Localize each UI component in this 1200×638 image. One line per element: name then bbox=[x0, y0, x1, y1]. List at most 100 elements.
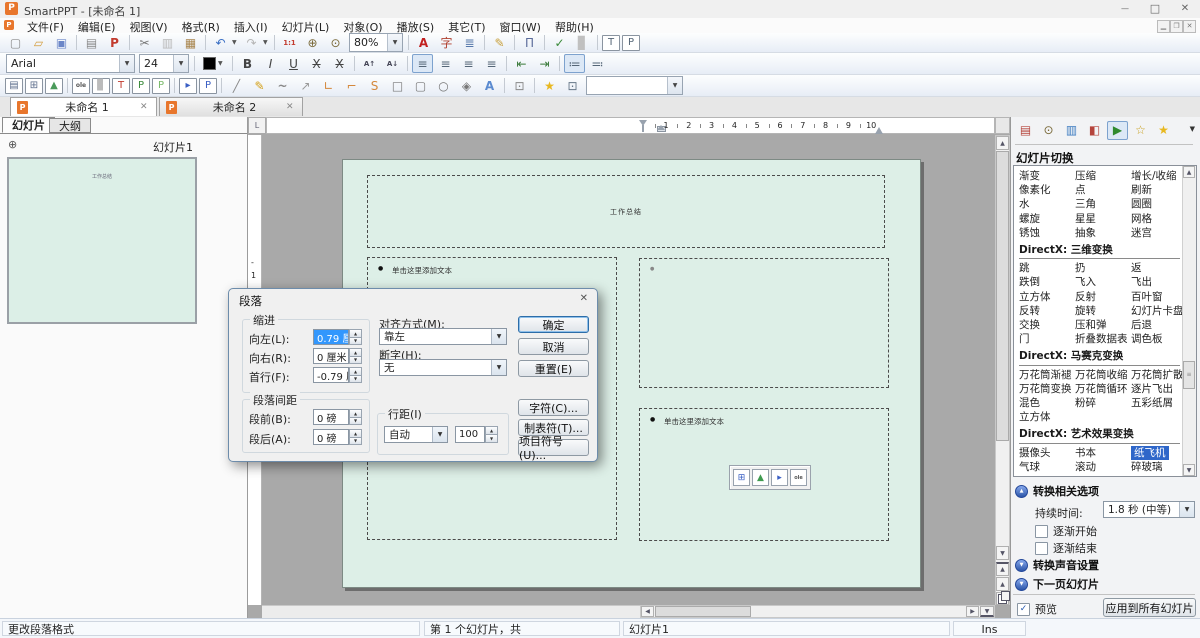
transition-item[interactable]: 扔 bbox=[1075, 261, 1131, 275]
transition-item[interactable]: 抽象 bbox=[1075, 226, 1131, 240]
collapse-icon[interactable] bbox=[1015, 485, 1028, 498]
transition-item[interactable]: 纸飞机 bbox=[1131, 446, 1169, 460]
table-frame-icon[interactable]: ⊞ bbox=[25, 78, 43, 94]
align-right-icon[interactable]: ≡ bbox=[458, 54, 479, 73]
text-box-icon[interactable]: T bbox=[602, 35, 620, 51]
maximize-icon[interactable] bbox=[1142, 0, 1168, 17]
arrow-tool-icon[interactable]: ↗ bbox=[295, 76, 316, 95]
scroll-left-icon[interactable] bbox=[641, 606, 654, 617]
zoom-combo[interactable]: 80% bbox=[349, 33, 403, 52]
zoom-icon[interactable]: ⊙ bbox=[325, 33, 346, 52]
transition-item[interactable]: 后退 bbox=[1131, 318, 1187, 332]
chart-frame-icon[interactable]: ▊ bbox=[92, 78, 110, 94]
close-icon[interactable] bbox=[580, 293, 588, 304]
transition-item[interactable]: 立方体 bbox=[1019, 410, 1075, 424]
first-slide-icon[interactable] bbox=[996, 562, 1009, 576]
export-pdf-icon[interactable]: P bbox=[104, 33, 125, 52]
close-icon[interactable] bbox=[286, 102, 302, 112]
title-frame-icon[interactable]: T bbox=[112, 78, 130, 94]
hyphenation-combo[interactable]: 无 bbox=[379, 359, 507, 376]
open-folder-icon[interactable]: ▱ bbox=[28, 33, 49, 52]
transition-item[interactable]: 门 bbox=[1019, 332, 1075, 346]
select-tool-icon[interactable]: ⊡ bbox=[509, 76, 530, 95]
chevron-down-icon[interactable] bbox=[1179, 502, 1194, 517]
transition-item[interactable]: 飞入 bbox=[1075, 275, 1131, 289]
transition-item[interactable]: 折叠数据表 bbox=[1075, 332, 1131, 346]
transition-item[interactable]: 压缩 bbox=[1075, 169, 1131, 183]
space-before-field[interactable]: 0 磅 bbox=[313, 409, 349, 425]
line-spacing-combo[interactable]: 自动 bbox=[384, 426, 448, 443]
transition-item[interactable]: 跳 bbox=[1019, 261, 1075, 275]
increase-font-icon[interactable]: A↑ bbox=[359, 54, 380, 73]
image-frame-icon[interactable]: ▲ bbox=[45, 78, 63, 94]
slide-design-icon[interactable]: ▤ bbox=[1015, 121, 1036, 140]
close-icon[interactable] bbox=[140, 102, 156, 112]
transition-item[interactable]: 圆圈 bbox=[1131, 197, 1187, 211]
transition-item[interactable]: 书本 bbox=[1075, 446, 1131, 460]
transition-item[interactable]: 交换 bbox=[1019, 318, 1075, 332]
list-scroll-thumb[interactable]: ≡ bbox=[1183, 361, 1195, 389]
reset-button[interactable]: 重置(E) bbox=[518, 360, 589, 377]
chevron-down-icon[interactable] bbox=[491, 329, 506, 344]
chevron-down-icon[interactable] bbox=[218, 60, 226, 67]
connector-straight-icon[interactable]: ∟ bbox=[318, 76, 339, 95]
scroll-up-icon[interactable] bbox=[996, 136, 1009, 150]
align-center-icon[interactable]: ≡ bbox=[435, 54, 456, 73]
checkbox-icon[interactable] bbox=[1035, 525, 1048, 538]
alignment-combo[interactable]: 靠左 bbox=[379, 328, 507, 345]
transition-list[interactable]: 渐变压缩增长/收缩像素化点刷新水三角圆圈螺旋星星网格锈蚀抽象迷宫DirectX:… bbox=[1013, 165, 1197, 477]
chevron-down-icon[interactable] bbox=[263, 39, 271, 46]
doc-tab-2[interactable]: P 未命名 2 bbox=[159, 97, 303, 116]
movie-frame-icon[interactable]: ▸ bbox=[179, 78, 197, 94]
double-strikethrough-icon[interactable]: X bbox=[329, 54, 350, 73]
space-before-stepper[interactable] bbox=[349, 409, 362, 425]
transition-item[interactable]: 粉碎 bbox=[1075, 396, 1131, 410]
indent-right-field[interactable]: 0 厘米 bbox=[313, 348, 349, 364]
gradual-start-option[interactable]: 逐渐开始 bbox=[1035, 523, 1097, 539]
pick-tool-icon[interactable]: ⊡ bbox=[562, 76, 583, 95]
expand-icon[interactable] bbox=[1015, 578, 1028, 591]
transition-item[interactable]: 万花筒循环 bbox=[1075, 382, 1131, 396]
section-next-slide[interactable]: 下一页幻灯片 bbox=[1015, 576, 1099, 592]
chevron-down-icon[interactable] bbox=[173, 55, 188, 72]
insert-symbol-icon[interactable]: Π bbox=[519, 33, 540, 52]
transition-item[interactable]: 立方体 bbox=[1019, 290, 1075, 304]
transition-item[interactable]: 摄像头 bbox=[1019, 446, 1075, 460]
print-icon[interactable]: ▤ bbox=[81, 33, 102, 52]
line-spacing-value-field[interactable]: 100 bbox=[455, 426, 485, 443]
layout-icon[interactable]: ◧ bbox=[1084, 121, 1105, 140]
section-transition-sound[interactable]: 转换声音设置 bbox=[1015, 557, 1099, 573]
title-placeholder[interactable]: 工作总结 bbox=[367, 175, 885, 248]
text-frame-icon[interactable]: ▤ bbox=[5, 78, 23, 94]
transition-item[interactable]: 锈蚀 bbox=[1019, 226, 1075, 240]
ok-button[interactable]: 确定 bbox=[518, 316, 589, 333]
rounded-rectangle-tool-icon[interactable]: ▢ bbox=[410, 76, 431, 95]
tab-slides[interactable]: 幻灯片 bbox=[2, 117, 55, 133]
transition-item[interactable]: 五彩纸屑 bbox=[1131, 396, 1187, 410]
strikethrough-icon[interactable]: X bbox=[306, 54, 327, 73]
transition-item[interactable]: 水 bbox=[1019, 197, 1075, 211]
chevron-down-icon[interactable] bbox=[667, 77, 682, 94]
wordart-tool-icon[interactable]: A bbox=[479, 76, 500, 95]
transition-item[interactable]: 反转 bbox=[1019, 304, 1075, 318]
transition-item[interactable]: 旋转 bbox=[1075, 304, 1131, 318]
chevron-down-icon[interactable] bbox=[1190, 125, 1195, 133]
indent-icon[interactable]: ⇥ bbox=[534, 54, 555, 73]
transition-item[interactable]: 万花筒收缩 bbox=[1075, 368, 1131, 382]
placeholder-box-icon[interactable]: P bbox=[622, 35, 640, 51]
redo-icon[interactable]: ↷ bbox=[241, 33, 262, 52]
rectangle-tool-icon[interactable]: □ bbox=[387, 76, 408, 95]
transition-item[interactable]: 增长/收缩 bbox=[1131, 169, 1187, 183]
transition-item[interactable]: 幻灯片卡盘 bbox=[1131, 304, 1187, 318]
character-button[interactable]: 字符(C)... bbox=[518, 399, 589, 416]
connector-curved-icon[interactable]: S bbox=[364, 76, 385, 95]
horizontal-scroll-thumb[interactable] bbox=[655, 606, 751, 617]
vertical-scrollbar[interactable] bbox=[995, 135, 1010, 605]
transition-item[interactable]: 碎玻璃 bbox=[1131, 460, 1187, 474]
previous-slide-icon[interactable] bbox=[996, 577, 1009, 591]
transition-item[interactable]: 逐片飞出 bbox=[1131, 382, 1187, 396]
transition-item[interactable]: 像素化 bbox=[1019, 183, 1075, 197]
chevron-down-icon[interactable] bbox=[491, 360, 506, 375]
transition-item[interactable]: 飞出 bbox=[1131, 275, 1187, 289]
notes-frame-icon[interactable]: P bbox=[152, 78, 170, 94]
